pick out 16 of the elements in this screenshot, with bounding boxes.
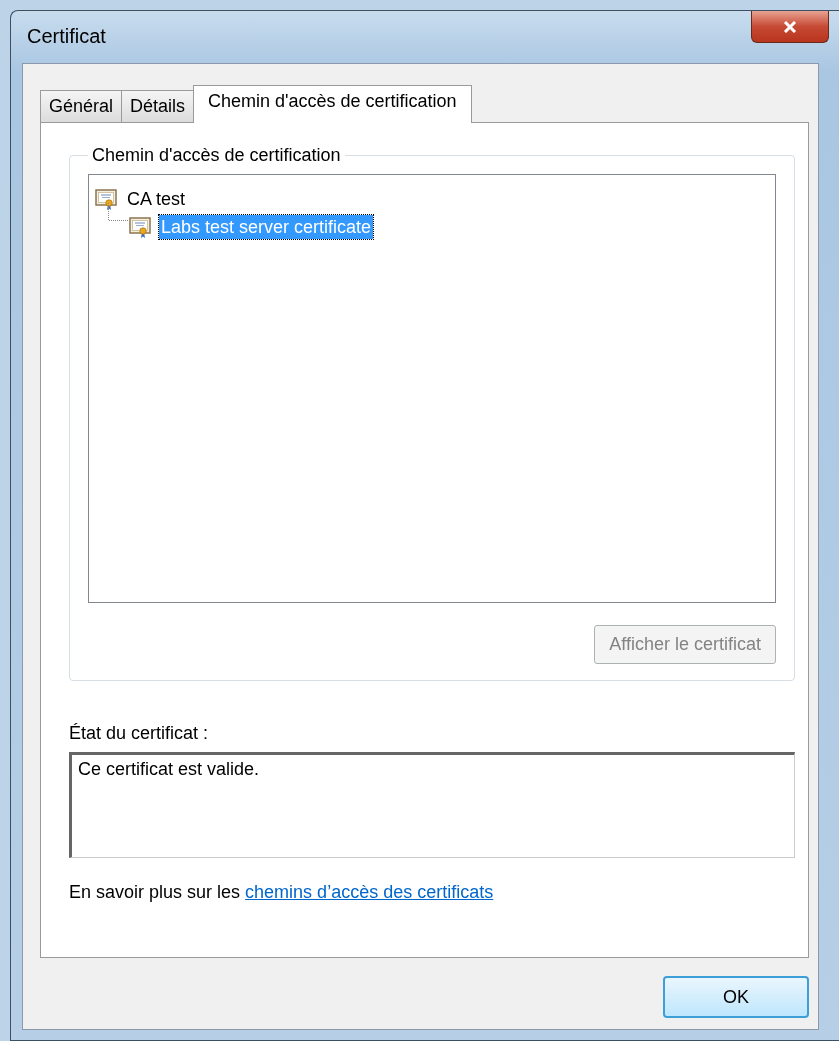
status-field: Ce certificat est valide. (69, 752, 795, 858)
window-title: Certificat (27, 25, 106, 48)
tab[interactable]: Détails (121, 90, 195, 122)
help-link[interactable]: chemins d’accès des certificats (245, 882, 494, 902)
tree-item[interactable]: CA test (125, 187, 188, 211)
ok-button[interactable]: OK (663, 976, 809, 1018)
tab[interactable]: Général (40, 90, 123, 122)
close-button[interactable] (751, 11, 829, 43)
tree-view[interactable]: CA test Labs test server certificate (88, 174, 776, 603)
certificate-icon (95, 187, 119, 211)
close-icon (783, 20, 797, 33)
status-label: État du certificat : (69, 723, 210, 744)
group-label: Chemin d'accès de certification (91, 145, 342, 166)
tab[interactable]: Chemin d'accès de certification (193, 85, 472, 123)
certificate-icon (129, 215, 153, 239)
info-text: En savoir plus sur les (69, 882, 241, 902)
